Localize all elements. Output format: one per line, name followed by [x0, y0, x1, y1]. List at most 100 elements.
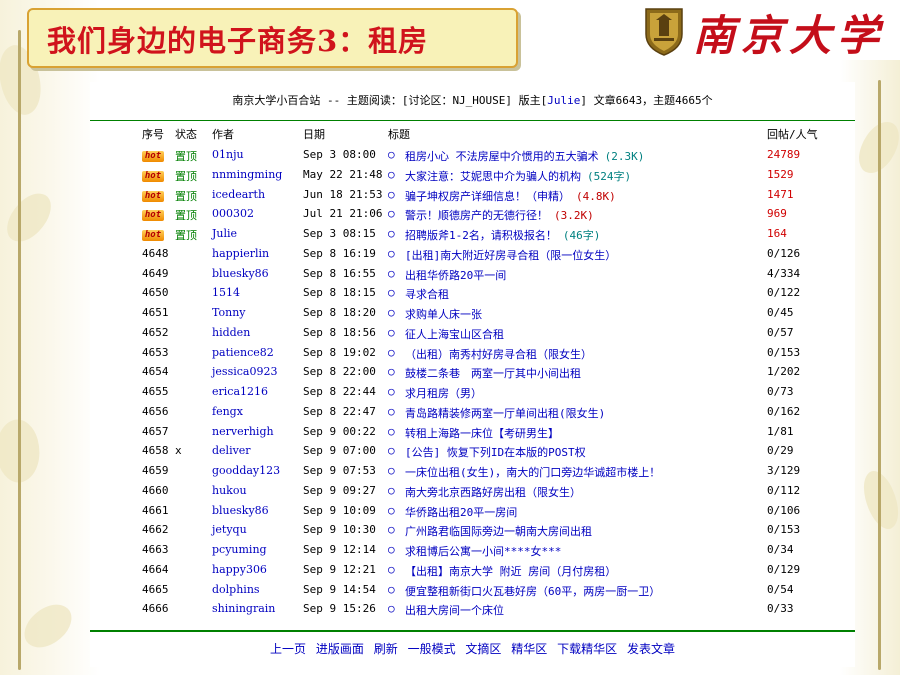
thread-title-link[interactable]: 求月租房（男）	[405, 385, 482, 401]
thread-title-link[interactable]: 【出租】南京大学 附近 房间（月付房租）	[405, 563, 616, 579]
thread-bullet-icon: ○	[388, 207, 395, 221]
refresh-link[interactable]: 刷新	[374, 642, 398, 656]
reply-count: 0/129	[767, 562, 801, 576]
thread-title-link[interactable]: 寻求合租	[405, 286, 449, 302]
thread-title-link[interactable]: 南大旁北京西路好房出租（限女生）	[405, 484, 581, 500]
hot-badge-cell: hot	[142, 148, 164, 162]
thread-title-link[interactable]: 一床位出租(女生)，南大的门口旁边华诚超市楼上！	[405, 464, 660, 480]
post-date: Sep 8 22:47	[303, 404, 376, 418]
author-link[interactable]: Julie	[212, 227, 237, 240]
reply-count: 0/45	[767, 306, 794, 319]
author-link[interactable]: nerverhigh	[212, 425, 274, 438]
thread-bullet-icon: ○	[388, 325, 395, 339]
moderator-link[interactable]: Julie	[547, 94, 580, 107]
thread-title-link[interactable]: 青岛路精装修两室一厅单间出租(限女生)	[405, 405, 605, 421]
petal-decoration	[17, 594, 79, 658]
thread-title-cell: 大家注意：艾妮思中介为骗人的机构 (524字)	[405, 168, 631, 184]
reply-count: 0/162	[767, 404, 801, 418]
thread-bullet-icon: ○	[388, 246, 395, 260]
thread-title-link[interactable]: 求租博后公寓一小间****女***	[405, 543, 561, 559]
author-link[interactable]: jetyqu	[212, 523, 247, 536]
thread-title-link[interactable]: 征人上海宝山区合租	[405, 326, 504, 342]
pinned-thread-row: hot 置顶 000302 Jul 21 21:06 ○ 警示！顺德房产的无德行径！ (3.…	[90, 204, 855, 224]
thread-row: 4666 shiningrain Sep 9 15:26 ○ 出租大房间一个床位 0/33	[90, 599, 855, 619]
thread-number: 4650	[142, 286, 169, 300]
reply-count: 1/202	[767, 365, 801, 379]
thread-title-link[interactable]: 警示！顺德房产的无德行径！	[405, 209, 548, 222]
column-header-date: 日期	[303, 128, 325, 141]
post-date: Jun 18 21:53	[303, 187, 383, 201]
thread-title-link[interactable]: 便宜整租新街口火瓦巷好房（60平，两房一厨一卫）	[405, 583, 660, 599]
thread-title-link[interactable]: 租房小心 不法房屋中介惯用的五大骗术	[405, 150, 599, 163]
reply-count: 0/153	[767, 345, 801, 359]
author-link[interactable]: 000302	[212, 207, 254, 220]
thread-title-link[interactable]: 出租华侨路20平一间	[405, 267, 506, 283]
bbs-thread-list: 南京大学小百合站 -- 主题阅读：[讨论区：NJ_HOUSE] 版主[Julie…	[90, 82, 855, 667]
post-date: Sep 8 18:56	[303, 325, 376, 339]
author-link[interactable]: patience82	[212, 346, 274, 359]
hot-badge-cell: hot	[142, 227, 164, 241]
author-link[interactable]: dolphins	[212, 583, 260, 596]
post-date: Sep 8 22:44	[303, 385, 376, 398]
post-date: Sep 9 10:09	[303, 503, 376, 517]
author-link[interactable]: fengx	[212, 405, 243, 418]
author-link[interactable]: pcyuming	[212, 543, 267, 556]
thread-title-link[interactable]: 鼓楼二条巷 两室一厅其中小间出租	[405, 365, 581, 381]
author-link[interactable]: bluesky86	[212, 267, 269, 280]
thread-title-link[interactable]: 广州路君临国际旁边一朝南大房间出租	[405, 523, 592, 539]
author-link[interactable]: shiningrain	[212, 602, 275, 615]
post-date: Sep 8 16:19	[303, 246, 376, 260]
thread-bullet-icon: ○	[388, 424, 395, 438]
thread-title-link[interactable]: 求购单人床一张	[405, 306, 482, 322]
author-link[interactable]: 1514	[212, 286, 240, 299]
post-date: Sep 9 12:21	[303, 562, 376, 576]
author-link[interactable]: bluesky86	[212, 504, 269, 517]
reply-count: 164	[767, 227, 787, 240]
author-link[interactable]: goodday123	[212, 464, 280, 477]
pinned-thread-row: hot 置顶 01nju Sep 3 08:00 ○ 租房小心 不法房屋中介惯用的五大骗术…	[90, 145, 855, 165]
author-link[interactable]: jessica0923	[212, 365, 277, 378]
author-link[interactable]: Tonny	[212, 306, 246, 319]
thread-title-link[interactable]: 出租大房间一个床位	[405, 602, 504, 618]
thread-title-link[interactable]: 招聘版斧1-2名，请积极报名！	[405, 229, 557, 242]
thread-title-link[interactable]: 华侨路出租20平一房间	[405, 504, 517, 520]
author-link[interactable]: deliver	[212, 444, 251, 457]
enter-board-link[interactable]: 进版画面	[316, 642, 364, 656]
author-link[interactable]: hukou	[212, 484, 247, 497]
thread-title-link[interactable]: 转租上海路一床位【考研男生】	[405, 425, 559, 441]
author-link[interactable]: icedearth	[212, 188, 265, 201]
post-date: Sep 9 10:30	[303, 523, 376, 537]
author-link[interactable]: erica1216	[212, 385, 268, 398]
thread-title-link[interactable]: [出租]南大附近好房寻合租（限一位女生）	[405, 247, 616, 263]
thread-title-link[interactable]: 骗子坤权房产详细信息！（申精）	[405, 190, 570, 203]
thread-title-link[interactable]: 大家注意：艾妮思中介为骗人的机构	[405, 170, 581, 183]
author-link[interactable]: 01nju	[212, 148, 244, 161]
thread-number: 4666	[142, 602, 169, 616]
post-date: Sep 3 08:15	[303, 227, 376, 240]
prev-page-link[interactable]: 上一页	[270, 642, 306, 656]
thread-title-link[interactable]: （出租）南秀村好房寻合租（限女生）	[405, 346, 592, 362]
download-essence-link[interactable]: 下载精华区	[557, 642, 617, 656]
thread-bullet-icon: ○	[388, 543, 395, 556]
thread-row: 4649 bluesky86 Sep 8 16:55 ○ 出租华侨路20平一间 4/334	[90, 264, 855, 284]
thread-row: 4657 nerverhigh Sep 9 00:22 ○ 转租上海路一床位【考研男生】…	[90, 422, 855, 442]
author-link[interactable]: happy306	[212, 563, 267, 576]
author-link[interactable]: hidden	[212, 326, 250, 339]
digest-link[interactable]: 文摘区	[465, 642, 501, 656]
hot-badge-icon: hot	[142, 230, 164, 241]
column-header-reply: 回帖/人气	[767, 128, 818, 141]
thread-number: 4655	[142, 385, 169, 398]
post-date: Sep 8 19:02	[303, 345, 376, 359]
normal-mode-link[interactable]: 一般模式	[408, 642, 456, 656]
post-article-link[interactable]: 发表文章	[627, 642, 675, 656]
thread-number: 4653	[142, 345, 169, 359]
author-link[interactable]: nnmingming	[212, 168, 282, 181]
thread-bullet-icon: ○	[388, 503, 395, 517]
essence-link[interactable]: 精华区	[511, 642, 547, 656]
hot-badge-cell: hot	[142, 168, 164, 182]
pinned-status: 置顶	[175, 209, 197, 223]
university-crest-icon	[645, 8, 683, 56]
author-link[interactable]: happierlin	[212, 247, 269, 260]
reply-count: 24789	[767, 148, 801, 161]
thread-title-link[interactable]: [公告] 恢复下列ID在本版的POST权	[405, 444, 586, 460]
